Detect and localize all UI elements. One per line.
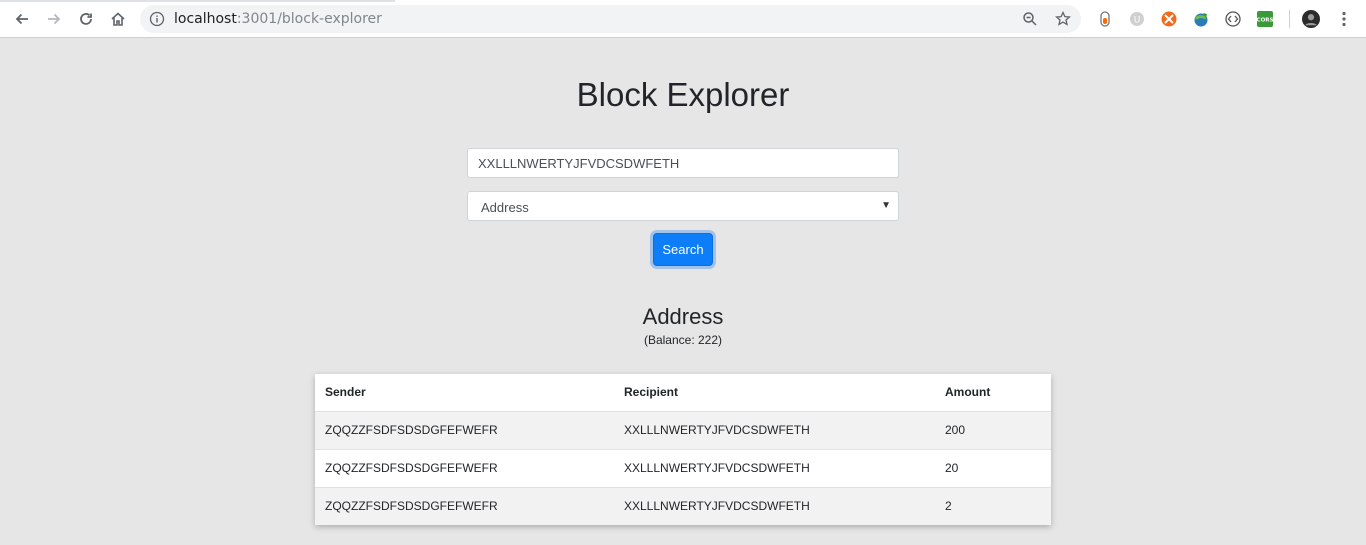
- forward-arrow-icon[interactable]: [42, 7, 66, 31]
- table-row: ZQQZZFSDFSDSDGFEFWEFR XXLLLNWERTYJFVDCSD…: [315, 410, 1051, 449]
- star-icon[interactable]: [1055, 10, 1071, 27]
- table-header-row: Sender Recipient Amount: [315, 374, 1051, 411]
- zoom-icon[interactable]: [1022, 11, 1038, 27]
- table-row: ZQQZZFSDFSDSDGFEFWEFR XXLLLNWERTYJFVDCSD…: [315, 448, 1051, 487]
- url-host: localhost: [174, 11, 237, 27]
- cell-sender: ZQQZZFSDFSDSDGFEFWEFR: [315, 410, 614, 449]
- tab-strip: [0, 0, 395, 2]
- cell-recipient: XXLLLNWERTYJFVDCSDWFETH: [614, 486, 935, 525]
- search-input[interactable]: [467, 148, 899, 178]
- menu-dots-icon[interactable]: [1335, 10, 1353, 28]
- header-recipient: Recipient: [624, 385, 679, 400]
- select-value: Address: [481, 200, 529, 215]
- browser-toolbar: localhost:3001/block-explorer U CORS: [0, 0, 1366, 38]
- extension-u-icon[interactable]: U: [1128, 10, 1146, 28]
- extension-orange-icon[interactable]: [1160, 10, 1178, 28]
- cell-amount: 2: [935, 486, 1051, 525]
- header-amount: Amount: [945, 385, 991, 400]
- cell-amount: 200: [935, 410, 1051, 449]
- balance-text: (Balance: 222): [643, 333, 723, 347]
- search-button[interactable]: Search: [653, 233, 713, 266]
- table-row: ZQQZZFSDFSDSDGFEFWEFR XXLLLNWERTYJFVDCSD…: [315, 486, 1051, 525]
- search-type-select[interactable]: Address ▼: [467, 191, 899, 221]
- url-path: :3001/block-explorer: [236, 11, 382, 27]
- cell-recipient: XXLLLNWERTYJFVDCSDWFETH: [614, 448, 935, 487]
- back-arrow-icon[interactable]: [10, 7, 34, 31]
- cell-sender: ZQQZZFSDFSDSDGFEFWEFR: [315, 486, 614, 525]
- svg-text:U: U: [1134, 16, 1141, 26]
- extension-capsule-icon[interactable]: [1096, 10, 1114, 28]
- extension-globe-icon[interactable]: [1192, 10, 1210, 28]
- transactions-table: Sender Recipient Amount ZQQZZFSDFSDSDGFE…: [315, 374, 1051, 525]
- result-title: Address: [642, 304, 724, 329]
- cell-recipient: XXLLLNWERTYJFVDCSDWFETH: [614, 410, 935, 449]
- cell-amount: 20: [935, 448, 1051, 487]
- info-icon[interactable]: [149, 11, 165, 27]
- caret-down-icon: ▼: [881, 200, 891, 211]
- page-title: Block Explorer: [576, 76, 790, 113]
- extension-cors-icon[interactable]: CORS: [1256, 10, 1274, 28]
- home-icon[interactable]: [106, 7, 130, 31]
- reload-icon[interactable]: [74, 7, 98, 31]
- profile-avatar-icon[interactable]: [1302, 10, 1320, 28]
- address-bar[interactable]: localhost:3001/block-explorer: [140, 5, 1081, 33]
- svg-text:CORS: CORS: [1257, 18, 1274, 24]
- toolbar-divider: [1289, 10, 1290, 28]
- cell-sender: ZQQZZFSDFSDSDGFEFWEFR: [315, 448, 614, 487]
- extension-code-icon[interactable]: [1224, 10, 1242, 28]
- header-sender: Sender: [325, 385, 366, 400]
- url-text[interactable]: localhost:3001/block-explorer: [174, 11, 382, 27]
